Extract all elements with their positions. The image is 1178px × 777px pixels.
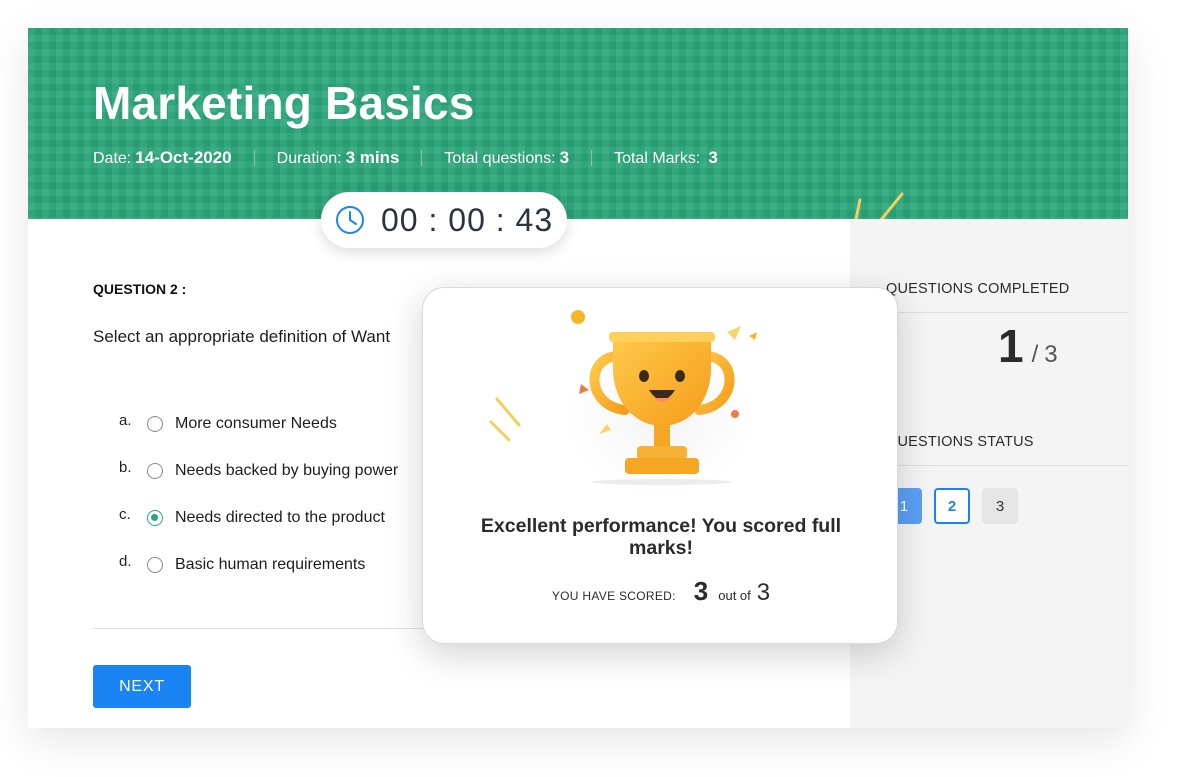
option-c[interactable]: c. Needs directed to the product — [119, 494, 398, 541]
date-label: Date: — [93, 150, 132, 167]
radio-button[interactable] — [147, 462, 163, 479]
duration-value: 3 mins — [345, 148, 400, 167]
status-question-2[interactable]: 2 — [934, 488, 970, 524]
question-text: Select an appropriate definition of Want — [93, 327, 391, 346]
date-value: 14-Oct-2020 — [135, 148, 232, 167]
meta-divider — [591, 150, 593, 166]
meta-date: Date: 14-Oct-2020 — [93, 148, 232, 168]
radio-button[interactable] — [147, 556, 163, 573]
score-summary: YOU HAVE SCORED: 3 out of 3 — [423, 576, 899, 607]
option-d[interactable]: d. Basic human requirements — [119, 541, 398, 588]
option-letter: b. — [119, 459, 132, 476]
questions-value: 3 — [559, 148, 570, 167]
marks-label: Total Marks: — [614, 150, 701, 167]
completed-slash: / — [1031, 341, 1039, 368]
questions-label: Total questions: — [444, 150, 556, 167]
completed-count: 1 / 3 — [998, 319, 1058, 373]
radio-button[interactable] — [147, 415, 163, 432]
radio-button-selected[interactable] — [147, 509, 163, 526]
option-b[interactable]: b. Needs backed by buying power — [119, 447, 398, 494]
option-a[interactable]: a. More consumer Needs — [119, 400, 398, 447]
clock-icon — [336, 206, 364, 234]
question-label: QUESTION 2 : — [93, 281, 187, 297]
next-button[interactable]: NEXT — [93, 665, 191, 708]
option-text: Basic human requirements — [175, 555, 366, 573]
trophy-icon — [489, 310, 757, 496]
score-total: 3 — [756, 579, 771, 606]
question-status-list: 1 2 3 — [886, 488, 1030, 524]
score-out-of: out of — [718, 588, 751, 603]
option-text: Needs backed by buying power — [175, 461, 399, 479]
timer-value: 00 : 00 : 43 — [381, 201, 554, 238]
meta-divider — [421, 150, 423, 166]
completed-number: 1 — [998, 320, 1024, 372]
score-value: 3 — [693, 576, 709, 606]
option-letter: a. — [119, 412, 132, 429]
countdown-timer: 00 : 00 : 43 — [321, 192, 567, 248]
meta-divider — [253, 150, 255, 166]
option-letter: d. — [119, 553, 132, 570]
quiz-meta: Date: 14-Oct-2020 Duration: 3 mins Total… — [93, 148, 718, 168]
answer-options: a. More consumer Needs b. Needs backed b… — [119, 400, 398, 588]
completed-total: 3 — [1044, 341, 1058, 368]
meta-duration: Duration: 3 mins — [277, 148, 400, 168]
option-text: More consumer Needs — [175, 414, 337, 432]
marks-value: 3 — [708, 148, 718, 167]
completed-heading: QUESTIONS COMPLETED — [886, 281, 1070, 297]
status-question-3[interactable]: 3 — [982, 488, 1018, 524]
score-label: YOU HAVE SCORED: — [551, 589, 676, 603]
quiz-title: Marketing Basics — [93, 77, 475, 129]
status-heading: QUESTIONS STATUS — [886, 434, 1034, 450]
result-modal: Excellent performance! You scored full m… — [422, 287, 898, 644]
duration-label: Duration: — [276, 150, 342, 167]
meta-questions: Total questions: 3 — [444, 148, 569, 168]
option-text: Needs directed to the product — [175, 508, 385, 526]
quiz-header: Marketing Basics Date: 14-Oct-2020 Durat… — [28, 28, 1128, 219]
meta-marks: Total Marks: 3 — [614, 148, 718, 168]
option-letter: c. — [119, 506, 131, 523]
result-message: Excellent performance! You scored full m… — [480, 515, 842, 559]
